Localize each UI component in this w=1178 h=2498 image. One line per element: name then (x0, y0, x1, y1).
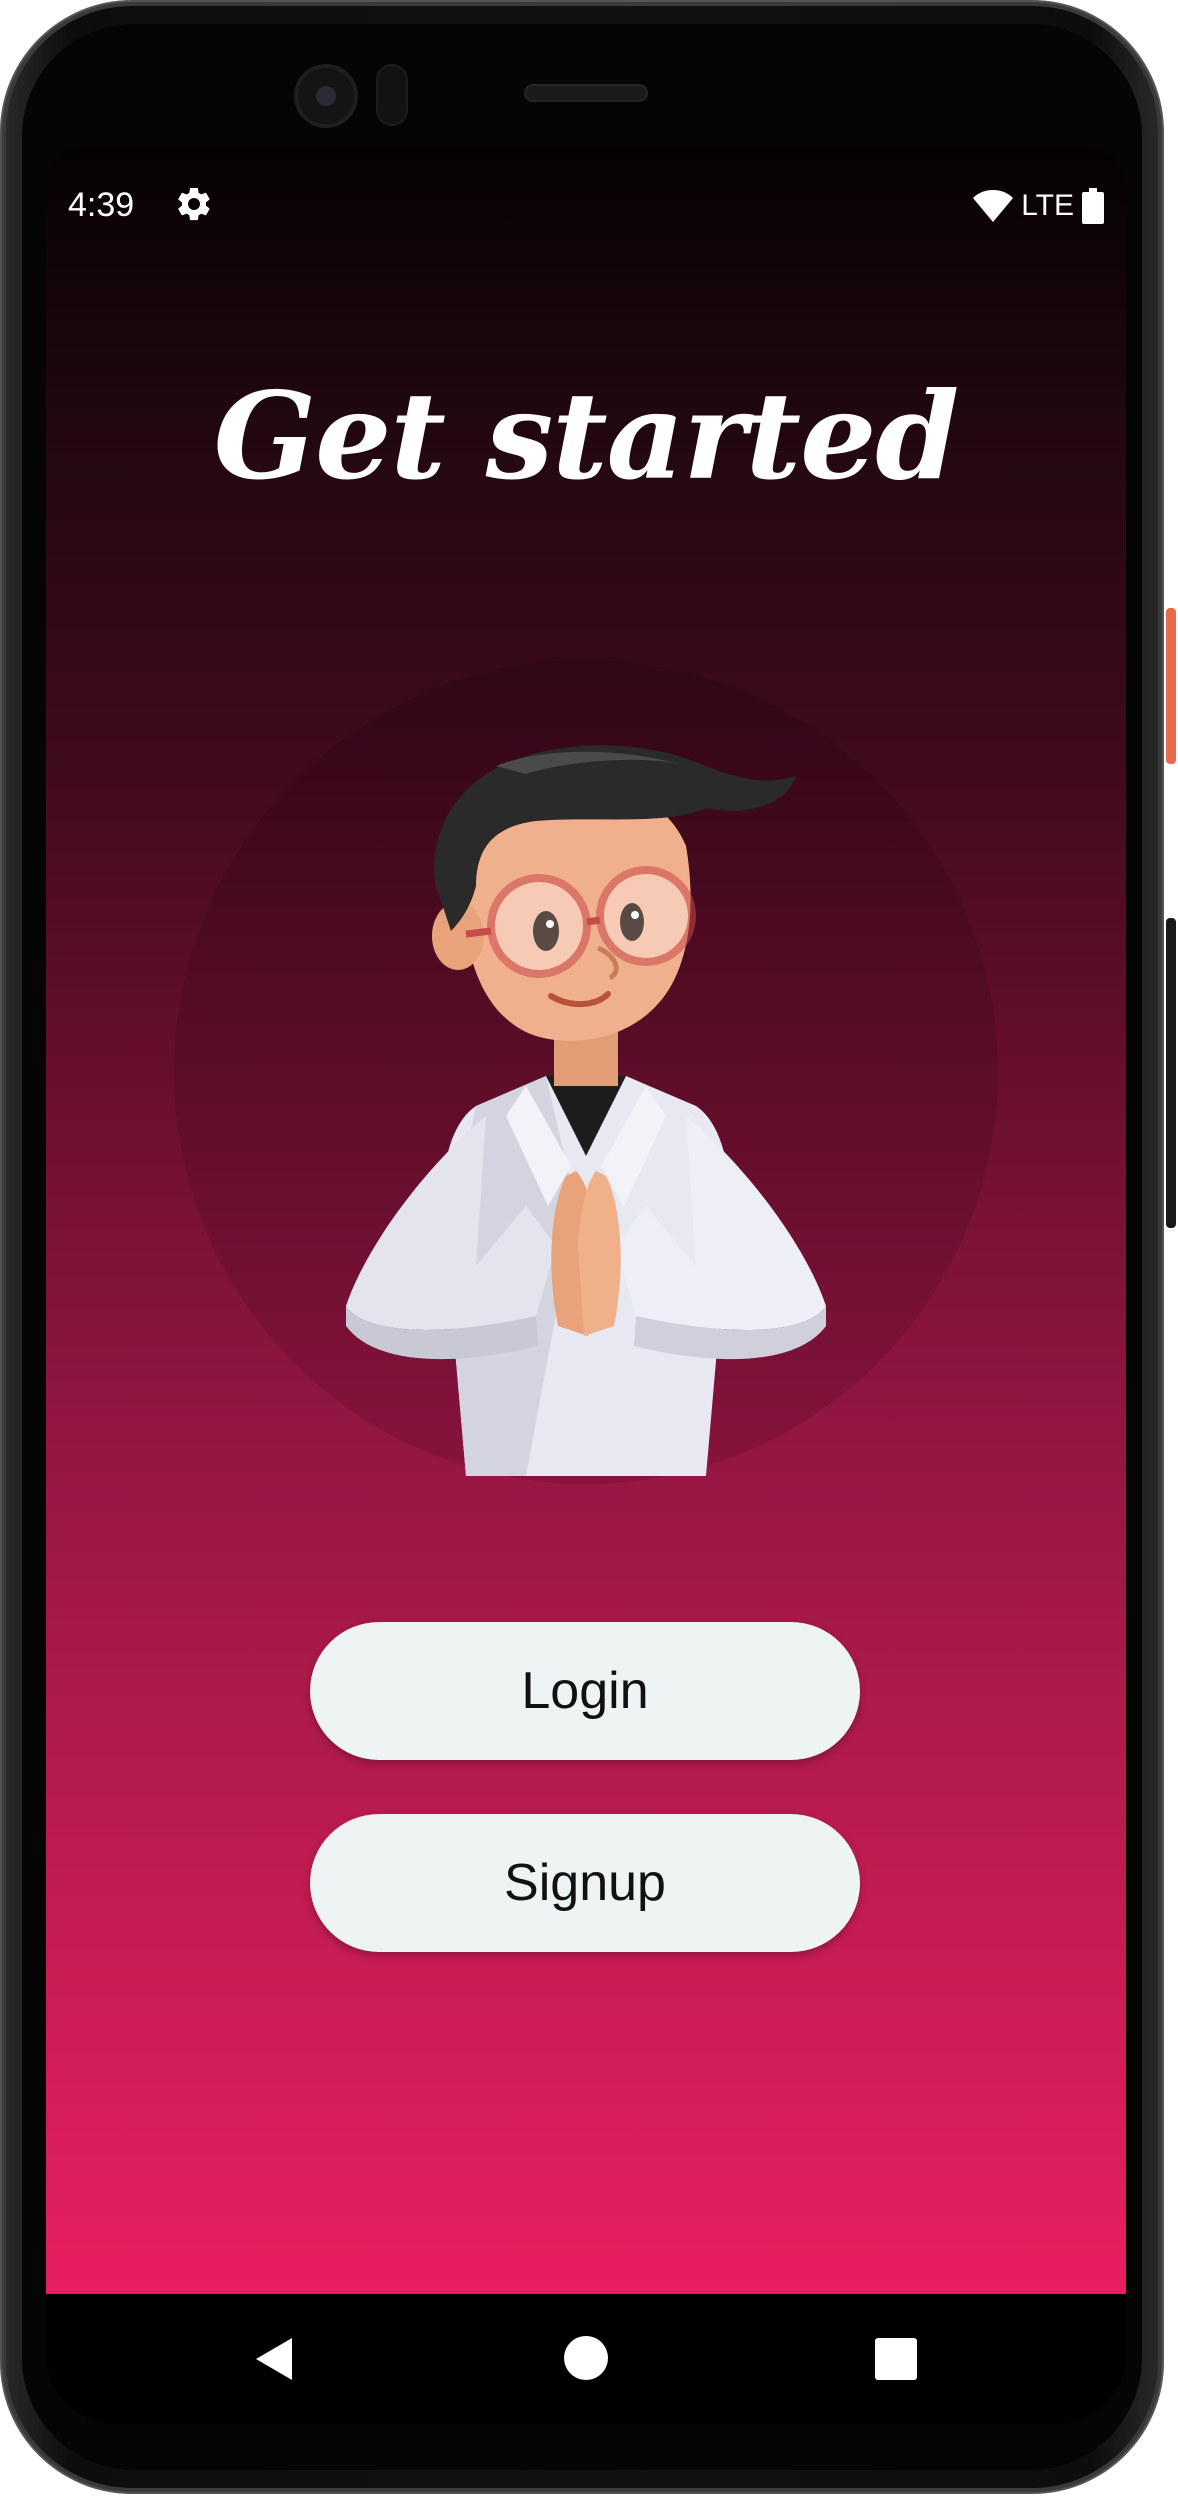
battery-icon (1082, 188, 1104, 224)
wifi-icon (973, 190, 1014, 222)
signup-button[interactable]: Signup (310, 1814, 860, 1952)
status-bar: 4:39 LTE (46, 146, 1126, 276)
earpiece-speaker (526, 86, 646, 100)
doctor-illustration (346, 745, 826, 1476)
login-button[interactable]: Login (310, 1622, 860, 1760)
back-icon[interactable] (252, 2336, 298, 2382)
network-type-label: LTE (1021, 189, 1074, 222)
proximity-sensor (378, 66, 406, 124)
page-title: Get started (213, 366, 960, 507)
volume-button (1166, 918, 1176, 1228)
home-icon[interactable] (564, 2336, 608, 2380)
power-button (1166, 608, 1176, 764)
status-right-group: LTE (973, 186, 1104, 226)
app-screen: 4:39 LTE Get started Login Signup (46, 146, 1126, 2294)
navigation-bar (46, 2294, 1126, 2424)
status-time: 4:39 (68, 186, 135, 224)
gear-icon (178, 187, 210, 221)
front-camera (298, 68, 354, 124)
recents-icon[interactable] (875, 2338, 917, 2380)
